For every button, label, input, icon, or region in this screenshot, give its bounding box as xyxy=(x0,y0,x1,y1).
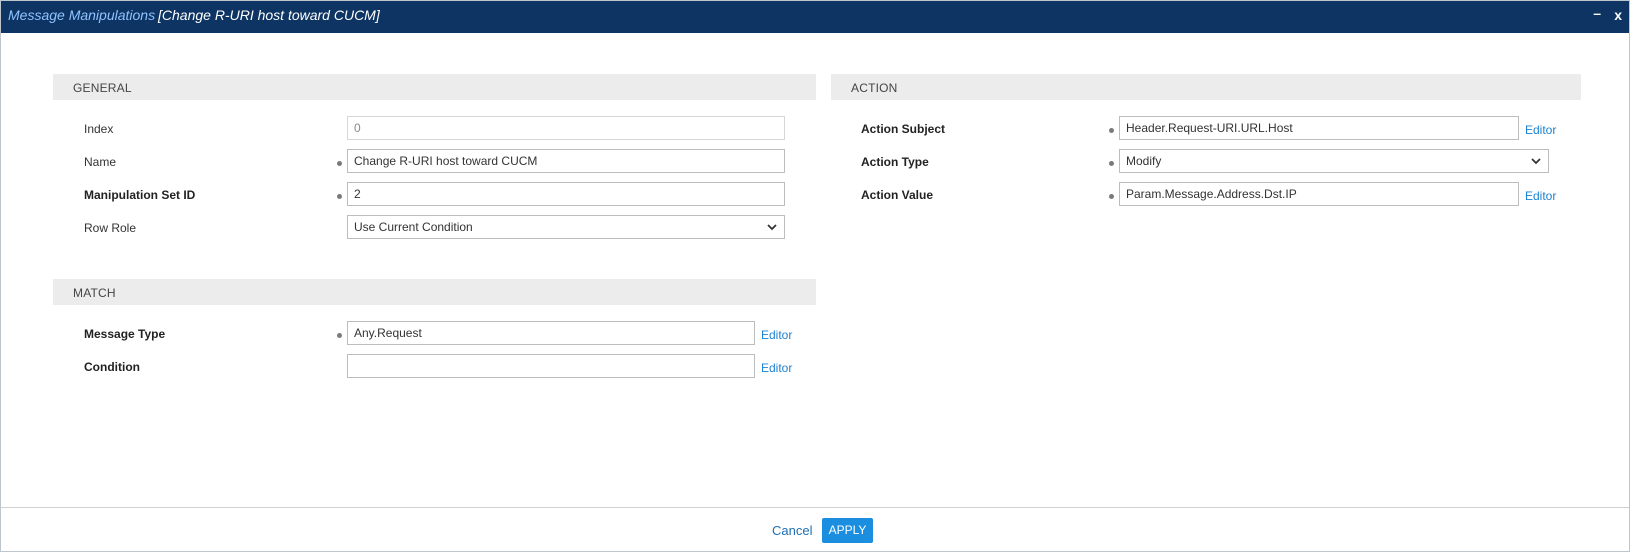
condition-label: Condition xyxy=(84,360,140,374)
row-role-select[interactable]: Use Current Condition xyxy=(347,215,785,239)
action-subject-editor-link[interactable]: Editor xyxy=(1525,123,1556,137)
footer-divider xyxy=(1,507,1629,508)
message-type-field[interactable]: Any.Request xyxy=(347,321,755,345)
minimize-button[interactable]: – xyxy=(1593,5,1601,21)
close-button[interactable]: x xyxy=(1614,7,1622,23)
action-value-editor-link[interactable]: Editor xyxy=(1525,189,1556,203)
manipulation-set-id-label: Manipulation Set ID xyxy=(84,188,196,202)
index-label: Index xyxy=(84,122,114,136)
match-section-header: MATCH xyxy=(53,279,816,305)
condition-field[interactable] xyxy=(347,354,755,378)
action-type-required-indicator xyxy=(1109,161,1114,166)
action-subject-label: Action Subject xyxy=(861,122,946,136)
message-type-required-indicator xyxy=(337,333,342,338)
action-subject-required-indicator xyxy=(1109,128,1114,133)
general-section-title: GENERAL xyxy=(73,81,132,95)
action-value-required-indicator xyxy=(1109,194,1114,199)
action-section-header: ACTION xyxy=(831,74,1581,100)
message-manipulation-dialog: Message Manipulations [Change R-URI host… xyxy=(0,0,1630,552)
action-value-label: Action Value xyxy=(861,188,934,202)
dialog-module-title: Message Manipulations xyxy=(8,7,156,23)
index-field: 0 xyxy=(347,116,785,140)
action-section-title: ACTION xyxy=(851,81,898,95)
name-label: Name xyxy=(84,155,117,169)
dialog-titlebar: Message Manipulations [Change R-URI host… xyxy=(1,1,1629,33)
dialog-record-title: [Change R-URI host toward CUCM] xyxy=(158,7,380,23)
action-subject-field[interactable]: Header.Request-URI.URL.Host xyxy=(1119,116,1519,140)
manipulation-set-id-required-indicator xyxy=(337,194,342,199)
name-required-indicator xyxy=(337,161,342,166)
action-type-select[interactable]: Modify xyxy=(1119,149,1549,173)
general-section-header: GENERAL xyxy=(53,74,816,100)
chevron-down-icon xyxy=(767,224,777,231)
row-role-selected-value: Use Current Condition xyxy=(354,220,473,234)
action-value-field[interactable]: Param.Message.Address.Dst.IP xyxy=(1119,182,1519,206)
condition-editor-link[interactable]: Editor xyxy=(761,361,792,375)
message-type-label: Message Type xyxy=(84,327,166,341)
action-type-label: Action Type xyxy=(861,155,929,169)
manipulation-set-id-field[interactable]: 2 xyxy=(347,182,785,206)
message-type-editor-link[interactable]: Editor xyxy=(761,328,792,342)
apply-button[interactable]: APPLY xyxy=(822,518,873,543)
action-type-selected-value: Modify xyxy=(1126,154,1162,168)
cancel-button[interactable]: Cancel xyxy=(772,523,812,538)
name-field[interactable]: Change R-URI host toward CUCM xyxy=(347,149,785,173)
row-role-label: Row Role xyxy=(84,221,137,235)
match-section-title: MATCH xyxy=(73,286,116,300)
chevron-down-icon xyxy=(1531,158,1541,165)
